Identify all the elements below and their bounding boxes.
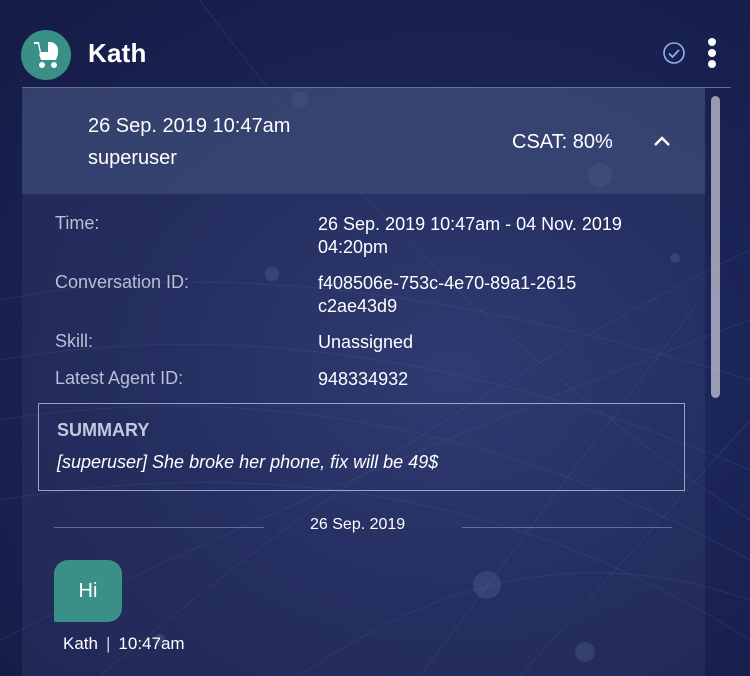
summary-title: SUMMARY <box>57 420 150 440</box>
conversation-summary-header[interactable]: 26 Sep. 2019 10:47am superuser CSAT: 80% <box>22 88 705 194</box>
scrollbar-thumb[interactable] <box>711 96 720 398</box>
summary-text: [superuser] She broke her phone, fix wil… <box>57 452 439 472</box>
detail-label-latest-agent-id: Latest Agent ID: <box>55 368 184 388</box>
chevron-up-icon[interactable] <box>652 131 672 151</box>
detail-label-conversation-id: Conversation ID: <box>55 272 190 292</box>
conversation-panel: 26 Sep. 2019 10:47am superuser CSAT: 80%… <box>22 88 705 676</box>
baby-stroller-icon <box>34 42 58 68</box>
contact-name: Kath <box>88 38 147 68</box>
message-time: 10:47am <box>118 634 185 653</box>
csat-score: CSAT: 80% <box>512 131 613 153</box>
check-circle-icon[interactable] <box>662 41 686 65</box>
detail-label-skill: Skill: <box>55 331 94 351</box>
avatar <box>21 30 71 80</box>
date-divider-line-left <box>54 527 264 528</box>
message-bubble: Hi <box>54 560 122 622</box>
conversation-user: superuser <box>88 147 177 169</box>
more-vertical-icon[interactable] <box>700 38 724 72</box>
message-text: Hi <box>78 579 98 602</box>
meta-separator: | <box>105 634 111 653</box>
summary-box: SUMMARY [superuser] She broke her phone,… <box>38 403 685 491</box>
conversation-date: 26 Sep. 2019 10:47am <box>88 115 291 137</box>
detail-value-conversation-id: f408506e-753c-4e70-89a1-2615c2ae43d9 <box>318 273 577 316</box>
detail-value-time: 26 Sep. 2019 10:47am - 04 Nov. 2019 04:2… <box>318 214 622 257</box>
detail-value-latest-agent-id: 948334932 <box>318 369 409 389</box>
message-author: Kath <box>63 634 98 653</box>
detail-label-time: Time: <box>55 213 100 233</box>
message-meta: Kath | 10:47am <box>63 634 185 654</box>
conversation-header-bar: Kath <box>0 0 750 88</box>
date-divider-line-right <box>462 527 672 528</box>
date-divider: 26 Sep. 2019 <box>310 516 406 533</box>
detail-value-skill: Unassigned <box>318 332 414 352</box>
